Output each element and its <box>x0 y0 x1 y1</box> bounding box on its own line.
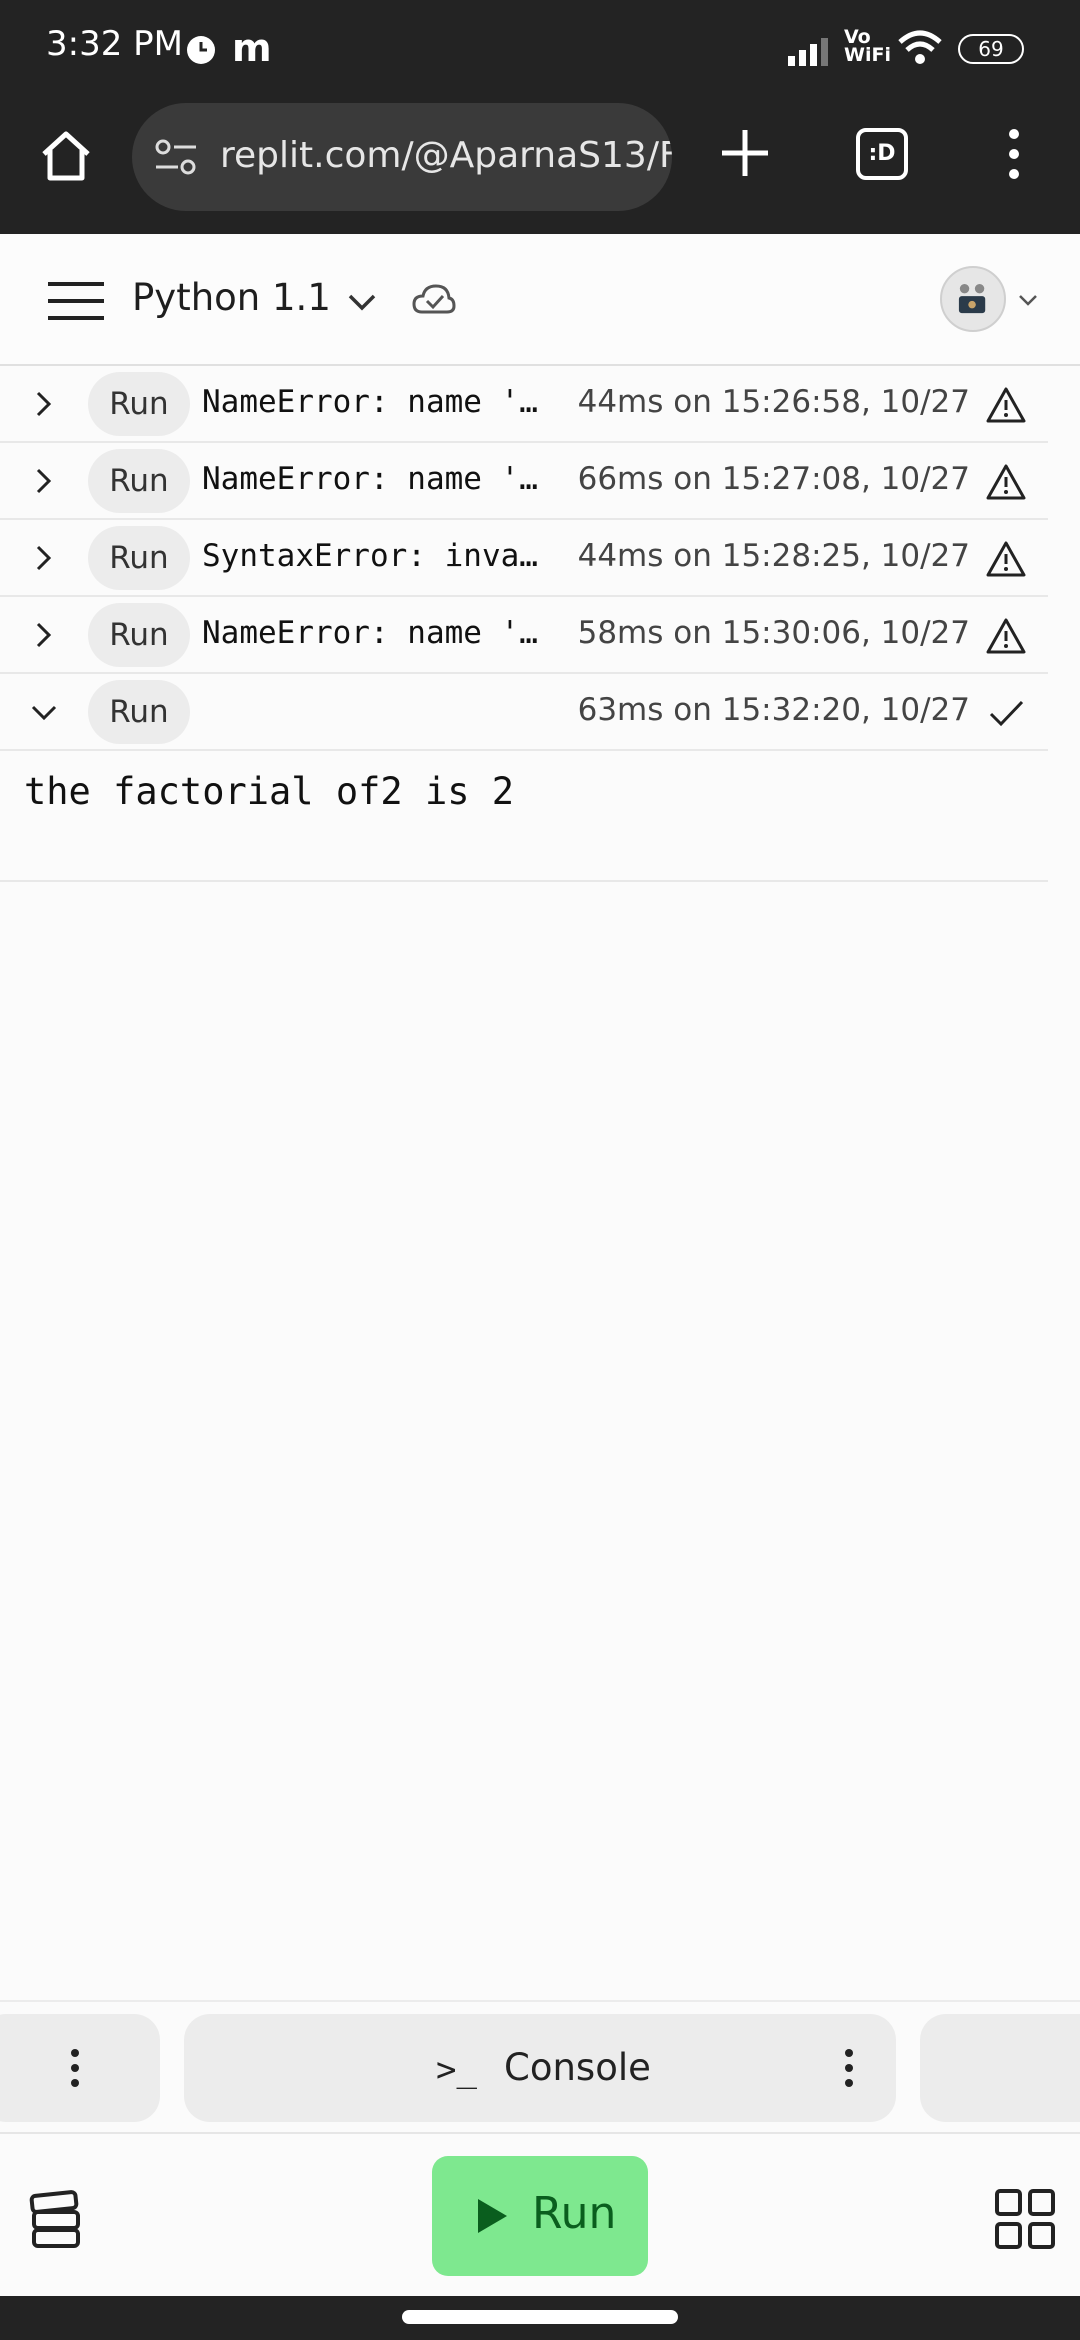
play-icon <box>478 2199 507 2233</box>
signal-icon <box>788 38 828 66</box>
system-nav-bar <box>0 2296 1080 2340</box>
chevron-right-icon[interactable] <box>28 465 60 497</box>
run-history-list: Run NameError: name '… 44ms on 15:26:58,… <box>0 366 1048 751</box>
url-text[interactable]: replit.com/@AparnaS13/F <box>220 135 672 176</box>
run-error-text: NameError: name '… <box>202 615 538 651</box>
tools-stack-icon[interactable] <box>26 2190 82 2250</box>
warning-icon <box>986 618 1026 654</box>
chevron-down-icon[interactable] <box>344 284 380 320</box>
status-time: 3:32 PM <box>46 24 183 64</box>
new-tab-icon[interactable] <box>718 126 772 180</box>
output-text: the factorial of2 is 2 <box>24 770 515 813</box>
run-error-text: SyntaxError: inva… <box>202 538 538 574</box>
run-button-label: Run <box>532 2188 617 2239</box>
run-history-row[interactable]: Run NameError: name '… 58ms on 15:30:06,… <box>0 597 1048 674</box>
chevron-right-icon[interactable] <box>28 619 60 651</box>
rerun-button[interactable]: Run <box>88 603 190 667</box>
panel-options-icon[interactable] <box>70 2048 80 2088</box>
alarm-icon <box>187 36 215 64</box>
panel-tab-left[interactable] <box>0 2014 160 2122</box>
run-history-row[interactable]: Run NameError: name '… 66ms on 15:27:08,… <box>0 443 1048 520</box>
tab-switcher-button[interactable]: :D <box>856 128 908 180</box>
vowifi-bottom: WiFi <box>844 44 891 66</box>
chevron-right-icon[interactable] <box>28 388 60 420</box>
avatar[interactable] <box>940 266 1006 332</box>
tab-console[interactable]: >_ Console <box>184 2014 896 2122</box>
site-settings-icon[interactable] <box>154 137 198 177</box>
chevron-right-icon[interactable] <box>28 542 60 574</box>
hamburger-menu-icon[interactable] <box>46 280 106 322</box>
warning-icon <box>986 541 1026 577</box>
more-options-icon[interactable] <box>1000 124 1028 184</box>
vowifi-icon: Vo WiFi <box>844 28 891 66</box>
home-indicator[interactable] <box>402 2310 678 2324</box>
browser-toolbar: replit.com/@AparnaS13/F :D <box>0 96 1080 234</box>
bottom-action-bar: Run <box>0 2132 1080 2296</box>
rerun-button[interactable]: Run <box>88 449 190 513</box>
console-tab-label: Console <box>504 2046 651 2089</box>
run-history-row-expanded[interactable]: Run 63ms on 15:32:20, 10/27 <box>0 674 1048 751</box>
run-error-text: NameError: name '… <box>202 461 538 497</box>
run-button[interactable]: Run <box>432 2156 648 2276</box>
avatar-image <box>958 283 986 314</box>
run-meta: 66ms on 15:27:08, 10/27 <box>577 461 970 497</box>
panel-tabs: >_ Console <box>0 2000 1080 2132</box>
check-icon <box>989 700 1024 727</box>
battery-icon: 69 <box>958 34 1024 64</box>
account-chevron-icon[interactable] <box>1016 288 1040 312</box>
run-meta: 44ms on 15:28:25, 10/27 <box>577 538 970 574</box>
run-history-row[interactable]: Run NameError: name '… 44ms on 15:26:58,… <box>0 366 1048 443</box>
repl-title[interactable]: Python 1.1 <box>132 276 331 319</box>
warning-icon <box>986 464 1026 500</box>
status-bar: 3:32 PM m Vo WiFi 69 <box>0 0 1080 96</box>
run-meta: 63ms on 15:32:20, 10/27 <box>577 692 970 728</box>
run-error-text: NameError: name '… <box>202 384 538 420</box>
app-header: Python 1.1 <box>0 236 1080 366</box>
run-meta: 44ms on 15:26:58, 10/27 <box>577 384 970 420</box>
run-meta: 58ms on 15:30:06, 10/27 <box>577 615 970 651</box>
grid-icon[interactable] <box>994 2188 1056 2250</box>
terminal-icon: >_ <box>436 2050 477 2090</box>
panel-tab-right[interactable] <box>920 2014 1080 2122</box>
wifi-icon <box>898 30 942 64</box>
chevron-down-icon[interactable] <box>28 696 60 728</box>
rerun-button[interactable]: Run <box>88 680 190 744</box>
rerun-button[interactable]: Run <box>88 372 190 436</box>
run-history-row[interactable]: Run SyntaxError: inva… 44ms on 15:28:25,… <box>0 520 1048 597</box>
url-bar[interactable]: replit.com/@AparnaS13/F <box>132 103 672 211</box>
console-options-icon[interactable] <box>844 2048 854 2088</box>
console-output: the factorial of2 is 2 <box>0 750 1048 882</box>
home-icon[interactable] <box>38 128 94 184</box>
rerun-button[interactable]: Run <box>88 526 190 590</box>
cloud-saved-icon <box>412 284 456 314</box>
m-app-icon: m <box>232 26 272 70</box>
warning-icon <box>986 387 1026 423</box>
